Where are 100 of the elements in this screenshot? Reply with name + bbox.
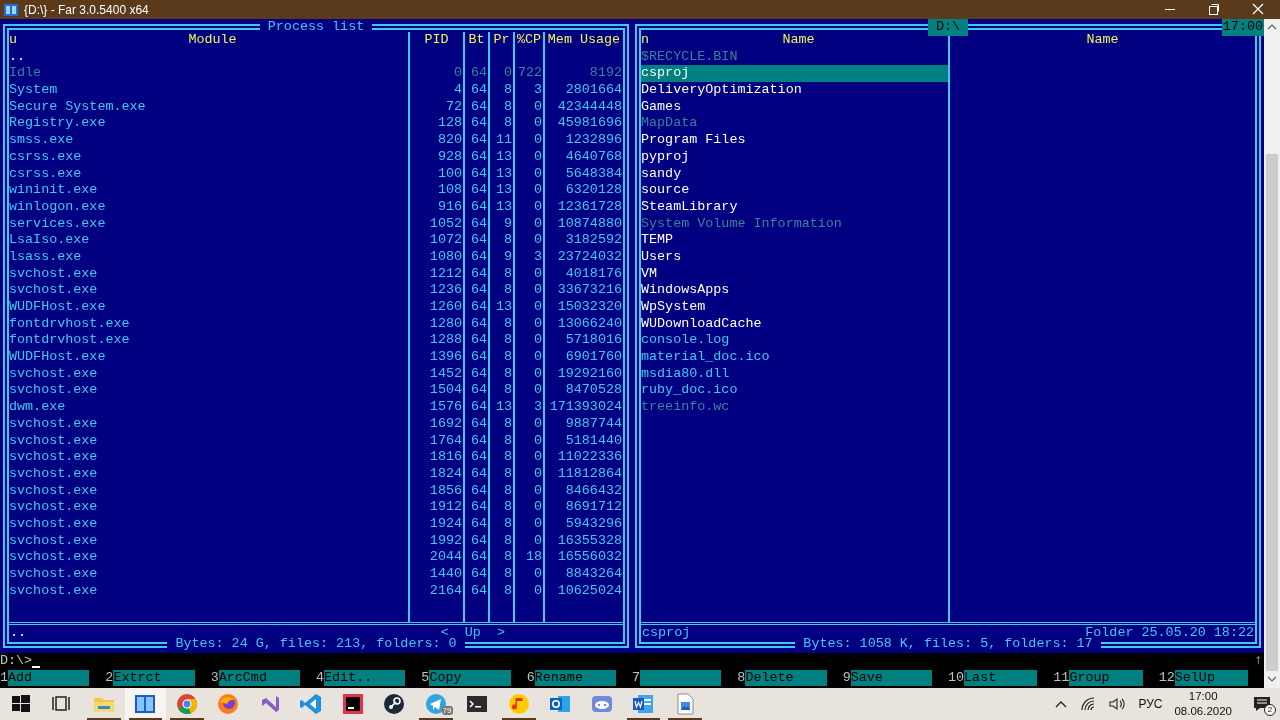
- file-item[interactable]: System Volume Information: [641, 215, 948, 233]
- process-name[interactable]: svchost.exe: [9, 482, 408, 500]
- process-name[interactable]: svchost.exe: [9, 515, 408, 533]
- process-name[interactable]: lsass.exe: [9, 248, 408, 266]
- parent-dir-item[interactable]: ..: [9, 48, 408, 66]
- ring-circle-icon: [174, 692, 199, 716]
- function-key-button[interactable]: [640, 669, 722, 687]
- table-cell: 171393024: [543, 399, 623, 416]
- file-item[interactable]: WindowsApps: [641, 282, 948, 299]
- file-item[interactable]: VM: [641, 265, 948, 283]
- process-name[interactable]: WUDFHost.exe: [9, 349, 408, 366]
- process-name[interactable]: svchost.exe: [9, 265, 408, 283]
- file-item[interactable]: material_doc.ico: [641, 349, 948, 366]
- clock-time[interactable]: 17:00: [1188, 689, 1218, 704]
- file-item[interactable]: SteamLibrary: [641, 198, 948, 216]
- column-header[interactable]: PID: [408, 32, 463, 49]
- column-header[interactable]: Pr: [488, 32, 513, 49]
- function-key-button[interactable]: Extrct: [113, 669, 195, 687]
- table-cell: 1856: [408, 482, 463, 500]
- table-cell: 2164: [408, 582, 463, 600]
- taskbar-button[interactable]: [124, 688, 166, 720]
- file-item[interactable]: ruby_doc.ico: [641, 382, 948, 400]
- table-cell: 0: [408, 65, 463, 83]
- process-name[interactable]: System: [9, 82, 408, 99]
- table-cell: 8: [488, 349, 513, 366]
- function-key-button[interactable]: SelUp: [1174, 669, 1248, 687]
- file-item[interactable]: console.log: [641, 332, 948, 350]
- wifi-icon[interactable]: [1080, 696, 1097, 712]
- file-item[interactable]: pyproj: [641, 148, 948, 166]
- process-name[interactable]: svchost.exe: [9, 465, 408, 483]
- process-name[interactable]: smss.exe: [9, 132, 408, 149]
- file-item[interactable]: MapData: [641, 115, 948, 133]
- table-cell: 1924: [408, 515, 463, 533]
- function-key-button[interactable]: Add: [8, 669, 90, 687]
- notification-count: 2: [1264, 704, 1276, 716]
- file-item[interactable]: Users: [641, 248, 948, 266]
- process-name[interactable]: svchost.exe: [9, 432, 408, 450]
- input-language[interactable]: РУС: [1138, 697, 1163, 711]
- file-item[interactable]: source: [641, 182, 948, 199]
- process-name[interactable]: svchost.exe: [9, 282, 408, 299]
- file-item[interactable]: DeliveryOptimization: [641, 82, 948, 99]
- process-name[interactable]: svchost.exe: [9, 382, 408, 400]
- process-name[interactable]: svchost.exe: [9, 415, 408, 433]
- table-cell: 13: [488, 198, 513, 216]
- column-header[interactable]: Mem Usage: [543, 32, 623, 49]
- process-name[interactable]: svchost.exe: [9, 499, 408, 516]
- speaker-icon[interactable]: [1108, 696, 1127, 712]
- file-item[interactable]: csproj: [641, 65, 948, 83]
- function-key-button[interactable]: Rename: [534, 669, 616, 687]
- process-name[interactable]: dwm.exe: [9, 399, 408, 416]
- process-name[interactable]: svchost.exe: [9, 566, 408, 583]
- function-key-button[interactable]: Group: [1069, 669, 1143, 687]
- process-name[interactable]: csrss.exe: [9, 148, 408, 166]
- file-item[interactable]: sandy: [641, 165, 948, 183]
- process-name[interactable]: svchost.exe: [9, 549, 408, 566]
- process-name[interactable]: fontdrvhost.exe: [9, 315, 408, 333]
- process-name[interactable]: Idle: [9, 65, 408, 83]
- function-key-button[interactable]: Copy: [429, 669, 511, 687]
- process-name[interactable]: svchost.exe: [9, 365, 408, 383]
- process-name[interactable]: winlogon.exe: [9, 198, 408, 216]
- table-cell: 8: [488, 515, 513, 533]
- notification-icon[interactable]: [1252, 695, 1272, 713]
- process-name[interactable]: wininit.exe: [9, 182, 408, 199]
- file-item[interactable]: treeinfo.wc: [641, 399, 948, 416]
- function-key-button[interactable]: Delete: [745, 669, 827, 687]
- file-item[interactable]: Games: [641, 98, 948, 116]
- running-indicator: [626, 718, 660, 720]
- process-name[interactable]: Secure System.exe: [9, 98, 408, 116]
- process-name[interactable]: svchost.exe: [9, 582, 408, 600]
- taskbar-button[interactable]: 79: [415, 688, 457, 720]
- table-cell: 0: [513, 582, 543, 600]
- file-item[interactable]: WpSystem: [641, 299, 948, 316]
- clock-date[interactable]: 08.06.2020: [1174, 704, 1232, 719]
- table-cell: 8: [488, 549, 513, 566]
- function-key-button[interactable]: Last: [964, 669, 1038, 687]
- process-name[interactable]: services.exe: [9, 215, 408, 233]
- process-name[interactable]: Registry.exe: [9, 115, 408, 133]
- process-name[interactable]: WUDFHost.exe: [9, 299, 408, 316]
- scrollbar-thumb[interactable]: [1266, 154, 1278, 671]
- file-item[interactable]: WUDownloadCache: [641, 315, 948, 333]
- function-key-button[interactable]: ArcCmd: [218, 669, 300, 687]
- process-name[interactable]: fontdrvhost.exe: [9, 332, 408, 350]
- table-cell: 64: [463, 82, 488, 99]
- table-cell: 64: [463, 265, 488, 283]
- file-item[interactable]: TEMP: [641, 232, 948, 249]
- process-name[interactable]: svchost.exe: [9, 449, 408, 466]
- function-key-button[interactable]: Save: [850, 669, 932, 687]
- function-key-button[interactable]: Edit..: [324, 669, 406, 687]
- table-cell: 1912: [408, 499, 463, 516]
- file-item[interactable]: Program Files: [641, 132, 948, 149]
- file-item[interactable]: msdia80.dll: [641, 365, 948, 383]
- column-header[interactable]: Bt: [463, 32, 488, 49]
- table-cell: 5648384: [543, 165, 623, 183]
- table-cell: 1440: [408, 566, 463, 583]
- process-name[interactable]: svchost.exe: [9, 532, 408, 550]
- column-header[interactable]: %CP: [513, 32, 543, 49]
- table-cell: 64: [463, 532, 488, 550]
- process-name[interactable]: csrss.exe: [9, 165, 408, 183]
- process-name[interactable]: LsaIso.exe: [9, 232, 408, 249]
- file-item[interactable]: $RECYCLE.BIN: [641, 48, 948, 66]
